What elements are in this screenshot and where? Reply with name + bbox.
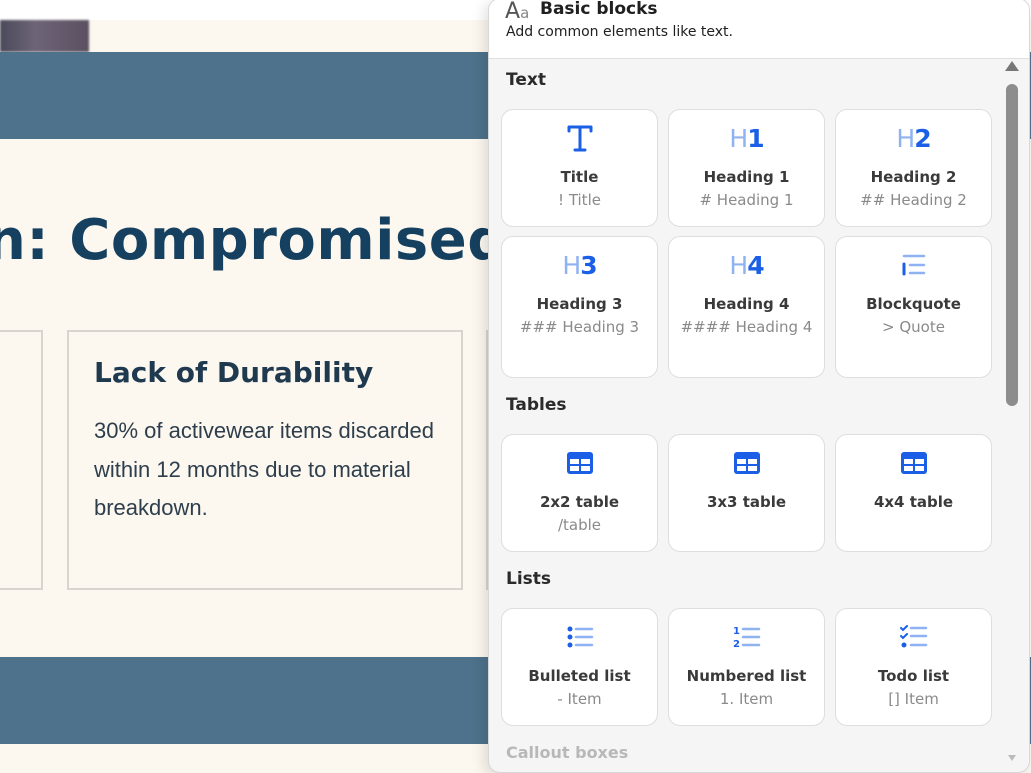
tile-hint: [] Item: [888, 690, 939, 708]
tile-name: Heading 1: [703, 168, 790, 186]
block-bulleted-list[interactable]: Bulleted list - Item: [501, 608, 658, 726]
tile-name: 3x3 table: [706, 493, 787, 511]
tile-name: Heading 3: [536, 295, 623, 313]
tile-hint: #### Heading 4: [680, 318, 813, 336]
card-heading[interactable]: Lack of Durability: [94, 356, 373, 389]
content-card[interactable]: [0, 330, 43, 590]
blockquote-icon: [836, 247, 991, 283]
block-todo-list[interactable]: Todo list [] Item: [835, 608, 992, 726]
todo-list-icon: [836, 619, 991, 655]
tile-name: Bulleted list: [528, 667, 631, 685]
block-title[interactable]: Title ! Title: [501, 109, 658, 227]
block-numbered-list[interactable]: 1 2 Numbered list 1. Item: [668, 608, 825, 726]
block-heading-4[interactable]: H4 Heading 4 #### Heading 4: [668, 236, 825, 378]
numbered-list-icon: 1 2: [669, 619, 824, 655]
tile-hint: ! Title: [558, 191, 601, 209]
basic-blocks-popup: Aa Basic blocks Add common elements like…: [488, 0, 1030, 773]
table-icon: [836, 445, 991, 481]
bulleted-list-icon: [502, 619, 657, 655]
block-blockquote[interactable]: Blockquote > Quote: [835, 236, 992, 378]
popup-subtitle: Add common elements like text.: [506, 24, 733, 40]
card-body[interactable]: 30% of activewear items discarded within…: [94, 412, 439, 528]
tile-hint: ### Heading 3: [519, 318, 640, 336]
scroll-up-arrow-icon[interactable]: [1005, 61, 1019, 71]
block-table-4x4[interactable]: 4x4 table: [835, 434, 992, 552]
popup-header: Aa Basic blocks Add common elements like…: [489, 0, 1029, 59]
section-label-tables: Tables: [506, 395, 567, 415]
block-heading-2[interactable]: H2 Heading 2 ## Heading 2: [835, 109, 992, 227]
block-table-2x2[interactable]: 2x2 table /table: [501, 434, 658, 552]
tile-name: Todo list: [877, 667, 950, 685]
tile-hint: # Heading 1: [699, 191, 794, 209]
heading-3-icon: H3: [562, 250, 597, 280]
block-heading-3[interactable]: H3 Heading 3 ### Heading 3: [501, 236, 658, 378]
svg-text:2: 2: [733, 639, 740, 650]
tile-name: Numbered list: [686, 667, 807, 685]
popup-title: Basic blocks: [540, 0, 658, 19]
svg-text:1: 1: [733, 626, 740, 637]
tile-hint: - Item: [557, 690, 602, 708]
block-table-3x3[interactable]: 3x3 table: [668, 434, 825, 552]
font-icon: Aa: [505, 0, 530, 24]
tile-hint: ## Heading 2: [860, 191, 967, 209]
block-heading-1[interactable]: H1 Heading 1 # Heading 1: [668, 109, 825, 227]
tile-name: 4x4 table: [873, 493, 954, 511]
heading-2-icon: H2: [896, 123, 931, 153]
scroll-thumb[interactable]: [1006, 84, 1018, 406]
tile-name: Heading 4: [703, 295, 790, 313]
section-label-lists: Lists: [506, 569, 552, 589]
tile-name: Blockquote: [866, 295, 961, 313]
section-label-callout-boxes: Callout boxes: [506, 743, 629, 762]
table-icon: [502, 445, 657, 481]
tile-name: Heading 2: [870, 168, 957, 186]
section-label-text: Text: [506, 70, 546, 90]
heading-4-icon: H4: [729, 250, 764, 280]
slide-title[interactable]: n: Compromised A: [0, 206, 572, 276]
heading-1-icon: H1: [729, 123, 764, 153]
scroll-down-arrow-icon[interactable]: [1008, 755, 1016, 761]
tile-name: Title: [560, 168, 599, 186]
tile-name: 2x2 table: [539, 493, 620, 511]
tile-hint: 1. Item: [719, 690, 774, 708]
image-thumbnail[interactable]: [0, 20, 89, 52]
table-icon: [669, 445, 824, 481]
tile-hint: /table: [557, 516, 602, 534]
title-icon: [502, 120, 657, 156]
tile-hint: > Quote: [882, 318, 945, 336]
content-card[interactable]: Lack of Durability 30% of activewear ite…: [67, 330, 463, 590]
scrollbar[interactable]: [1005, 61, 1019, 761]
